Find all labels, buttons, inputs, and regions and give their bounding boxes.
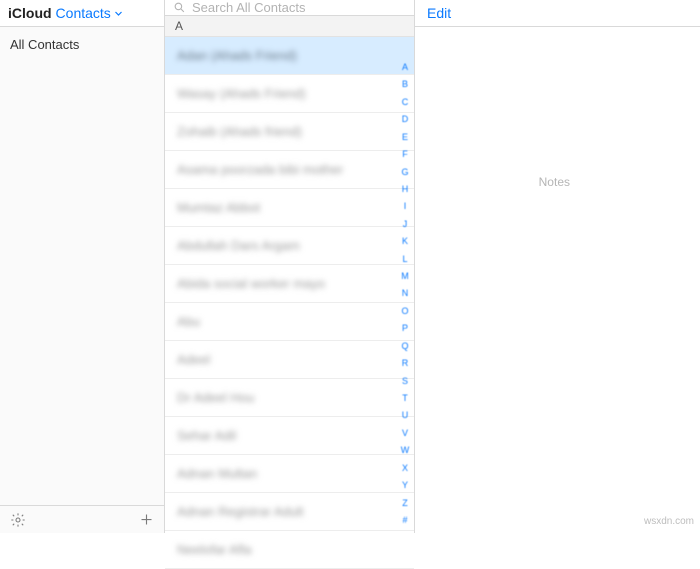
contact-row[interactable]: Dr Adeel Hou: [165, 379, 414, 417]
contact-name: Wasay (Ahads Friend): [177, 86, 306, 101]
contact-name: Adan (Ahads Friend): [177, 48, 297, 63]
section-dropdown[interactable]: Contacts: [56, 5, 123, 21]
brand-label: iCloud: [8, 5, 52, 21]
contact-name: Asama poorzada bibi mother: [177, 162, 343, 177]
index-letter[interactable]: G: [401, 167, 408, 177]
index-letter[interactable]: A: [402, 62, 408, 72]
contact-row[interactable]: Adnan Registrar Adult: [165, 493, 414, 531]
index-letter[interactable]: E: [402, 132, 408, 142]
contact-name: Adnan Registrar Adult: [177, 504, 303, 519]
groups-sidebar: iCloud Contacts All Contacts: [0, 0, 165, 533]
section-label: Contacts: [56, 5, 111, 21]
contact-name: Neelofar Afla: [177, 542, 251, 557]
index-letter[interactable]: L: [402, 254, 407, 264]
contacts-container: Adan (Ahads Friend) Wasay (Ahads Friend) Z…: [165, 37, 414, 569]
contact-name: Dr Adeel Hou: [177, 390, 254, 405]
index-letter[interactable]: #: [402, 515, 407, 525]
index-letter[interactable]: P: [402, 323, 408, 333]
index-letter[interactable]: O: [401, 306, 408, 316]
contact-row[interactable]: Zohaib (Ahads friend): [165, 113, 414, 151]
app-root: iCloud Contacts All Contacts: [0, 0, 700, 533]
notes-label: Notes: [539, 175, 570, 189]
contact-name: Adnan Multan: [177, 466, 257, 481]
index-letter[interactable]: S: [402, 376, 408, 386]
sidebar-item-all-contacts[interactable]: All Contacts: [0, 27, 164, 62]
edit-button[interactable]: Edit: [427, 5, 451, 21]
plus-icon[interactable]: [139, 512, 154, 527]
detail-body: Notes: [415, 27, 700, 533]
contact-row[interactable]: Abu: [165, 303, 414, 341]
index-letter[interactable]: K: [402, 236, 408, 246]
index-letter[interactable]: C: [402, 97, 409, 107]
index-letter[interactable]: Z: [402, 498, 408, 508]
sidebar-footer: [0, 505, 164, 533]
contact-name: Zohaib (Ahads friend): [177, 124, 302, 139]
index-letter[interactable]: U: [402, 410, 409, 420]
contact-name: Abida social worker mayo: [177, 276, 325, 291]
contact-row[interactable]: Adan (Ahads Friend): [165, 37, 414, 75]
index-letter[interactable]: T: [402, 393, 408, 403]
index-letter[interactable]: R: [402, 358, 409, 368]
index-letter[interactable]: M: [401, 271, 409, 281]
index-letter[interactable]: J: [403, 219, 408, 229]
sidebar-header: iCloud Contacts: [0, 0, 164, 27]
index-letter[interactable]: N: [402, 288, 409, 298]
contact-row[interactable]: Sehar Adil: [165, 417, 414, 455]
contact-name: Sehar Adil: [177, 428, 236, 443]
contact-name: Abdullah Dars Argam: [177, 238, 300, 253]
section-header: A: [165, 16, 414, 37]
index-letter[interactable]: H: [402, 184, 409, 194]
chevron-down-icon: [114, 5, 123, 21]
index-letter[interactable]: B: [402, 79, 408, 89]
contact-row[interactable]: Adeel: [165, 341, 414, 379]
contact-row[interactable]: Wasay (Ahads Friend): [165, 75, 414, 113]
index-letter[interactable]: V: [402, 428, 408, 438]
index-letter[interactable]: X: [402, 463, 408, 473]
contact-row[interactable]: Neelofar Afla: [165, 531, 414, 569]
gear-icon[interactable]: [10, 512, 26, 528]
watermark: wsxdn.com: [644, 516, 694, 527]
index-letter[interactable]: W: [401, 445, 410, 455]
contact-name: Abu: [177, 314, 200, 329]
index-letter[interactable]: F: [402, 149, 408, 159]
index-letter[interactable]: I: [404, 201, 407, 211]
search-input[interactable]: [192, 0, 406, 15]
index-letter[interactable]: Q: [401, 341, 408, 351]
contact-row[interactable]: Abida social worker mayo: [165, 265, 414, 303]
contact-name: Mumtaz Abbot: [177, 200, 260, 215]
search-row: [165, 0, 414, 16]
search-icon: [173, 1, 186, 14]
alpha-index[interactable]: ABCDEFGHIJKLMNOPQRSTUVWXYZ #: [398, 62, 412, 525]
contact-row[interactable]: Abdullah Dars Argam: [165, 227, 414, 265]
contact-list-pane: A Adan (Ahads Friend) Wasay (Ahads Friend…: [165, 0, 415, 533]
detail-header: Edit: [415, 0, 700, 27]
detail-pane: Edit Notes: [415, 0, 700, 533]
contact-row[interactable]: Adnan Multan: [165, 455, 414, 493]
index-letter[interactable]: Y: [402, 480, 408, 490]
contact-row[interactable]: Asama poorzada bibi mother: [165, 151, 414, 189]
contact-row[interactable]: Mumtaz Abbot: [165, 189, 414, 227]
contact-name: Adeel: [177, 352, 210, 367]
index-letter[interactable]: D: [402, 114, 409, 124]
